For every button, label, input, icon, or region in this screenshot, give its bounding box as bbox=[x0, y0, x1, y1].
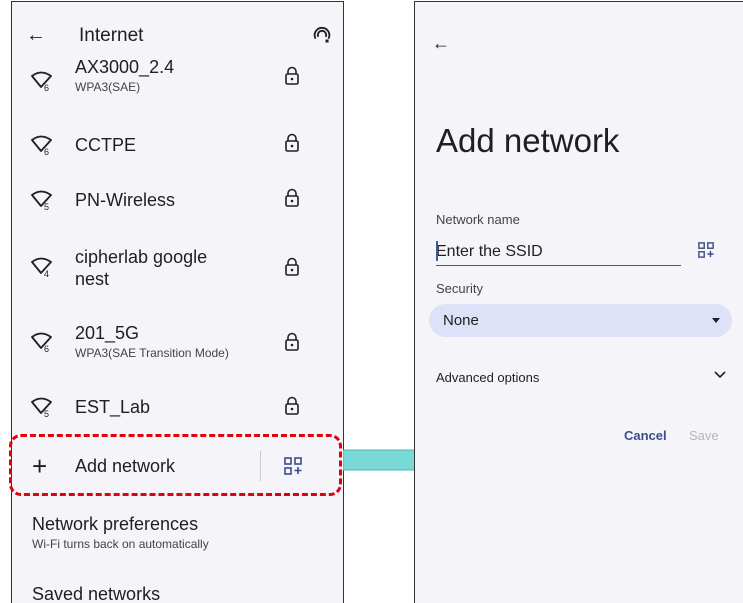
network-item-est-lab[interactable]: 5 EST_Lab bbox=[12, 392, 342, 426]
hotspot-icon[interactable] bbox=[311, 24, 333, 46]
page-title: Internet bbox=[79, 25, 144, 46]
lock-icon bbox=[285, 257, 299, 276]
wifi-signal-icon: 6 bbox=[31, 135, 52, 156]
cancel-button[interactable]: Cancel bbox=[624, 428, 667, 443]
lock-icon bbox=[285, 396, 299, 415]
network-item-201-5g[interactable]: 6 201_5G WPA3(SAE Transition Mode) bbox=[12, 320, 342, 368]
network-name-line2: nest bbox=[75, 269, 110, 289]
lock-icon bbox=[285, 332, 299, 351]
security-dropdown[interactable]: None bbox=[429, 304, 732, 337]
wifi-signal-icon: 5 bbox=[31, 397, 52, 418]
saved-networks-item[interactable]: Saved networks bbox=[32, 584, 160, 603]
network-item-ax3000[interactable]: 6 AX3000_2.4 WPA3(SAE) bbox=[12, 57, 342, 106]
security-label: Security bbox=[436, 281, 483, 296]
dropdown-caret-icon bbox=[712, 318, 720, 323]
advanced-options-toggle[interactable]: Advanced options bbox=[436, 370, 539, 385]
text-cursor bbox=[436, 241, 438, 261]
qr-code-scan-icon[interactable] bbox=[698, 242, 714, 258]
add-network-screen: ← Add network Network name Security None… bbox=[414, 1, 743, 603]
network-name: cipherlab google bbox=[75, 247, 208, 267]
network-item-cctpe[interactable]: 6 CCTPE bbox=[12, 129, 342, 163]
wifi-signal-icon: 6 bbox=[31, 71, 52, 92]
lock-icon bbox=[285, 133, 299, 152]
page-title: Add network bbox=[436, 122, 620, 159]
network-security: WPA3(SAE) bbox=[75, 80, 141, 94]
wifi-signal-icon: 4 bbox=[31, 257, 52, 278]
wifi-signal-icon: 6 bbox=[31, 332, 52, 353]
lock-icon bbox=[285, 66, 299, 85]
chevron-down-icon[interactable] bbox=[713, 370, 727, 380]
network-name: 201_5G bbox=[75, 323, 140, 343]
svg-text:5: 5 bbox=[44, 409, 49, 418]
network-name-label: Network name bbox=[436, 212, 520, 227]
wifi-signal-icon: 5 bbox=[31, 190, 52, 211]
svg-text:6: 6 bbox=[44, 344, 49, 353]
highlight-annotation bbox=[9, 434, 342, 496]
internet-screen: ← Internet 6 AX3000_2.4 WPA3(SAE) 6 CCTP… bbox=[11, 1, 344, 603]
network-item-pn-wireless[interactable]: 5 PN-Wireless bbox=[12, 184, 342, 218]
save-button[interactable]: Save bbox=[689, 428, 719, 443]
network-preferences-summary: Wi-Fi turns back on automatically bbox=[32, 537, 209, 551]
network-preferences-item[interactable]: Network preferences bbox=[32, 514, 198, 535]
back-arrow-icon[interactable]: ← bbox=[26, 25, 46, 45]
back-arrow-icon[interactable]: ← bbox=[432, 33, 450, 53]
svg-text:5: 5 bbox=[44, 202, 49, 211]
svg-text:6: 6 bbox=[44, 83, 49, 92]
svg-text:4: 4 bbox=[44, 269, 49, 278]
network-name: AX3000_2.4 bbox=[75, 57, 175, 77]
network-name: CCTPE bbox=[75, 135, 137, 155]
ssid-input[interactable] bbox=[436, 239, 681, 266]
network-item-cipherlab[interactable]: 4 cipherlab google nest bbox=[12, 242, 342, 294]
lock-icon bbox=[285, 188, 299, 207]
security-value: None bbox=[443, 312, 479, 329]
network-security: WPA3(SAE Transition Mode) bbox=[75, 346, 229, 360]
network-name: EST_Lab bbox=[75, 397, 151, 417]
svg-text:6: 6 bbox=[44, 147, 49, 156]
network-name: PN-Wireless bbox=[75, 190, 176, 210]
